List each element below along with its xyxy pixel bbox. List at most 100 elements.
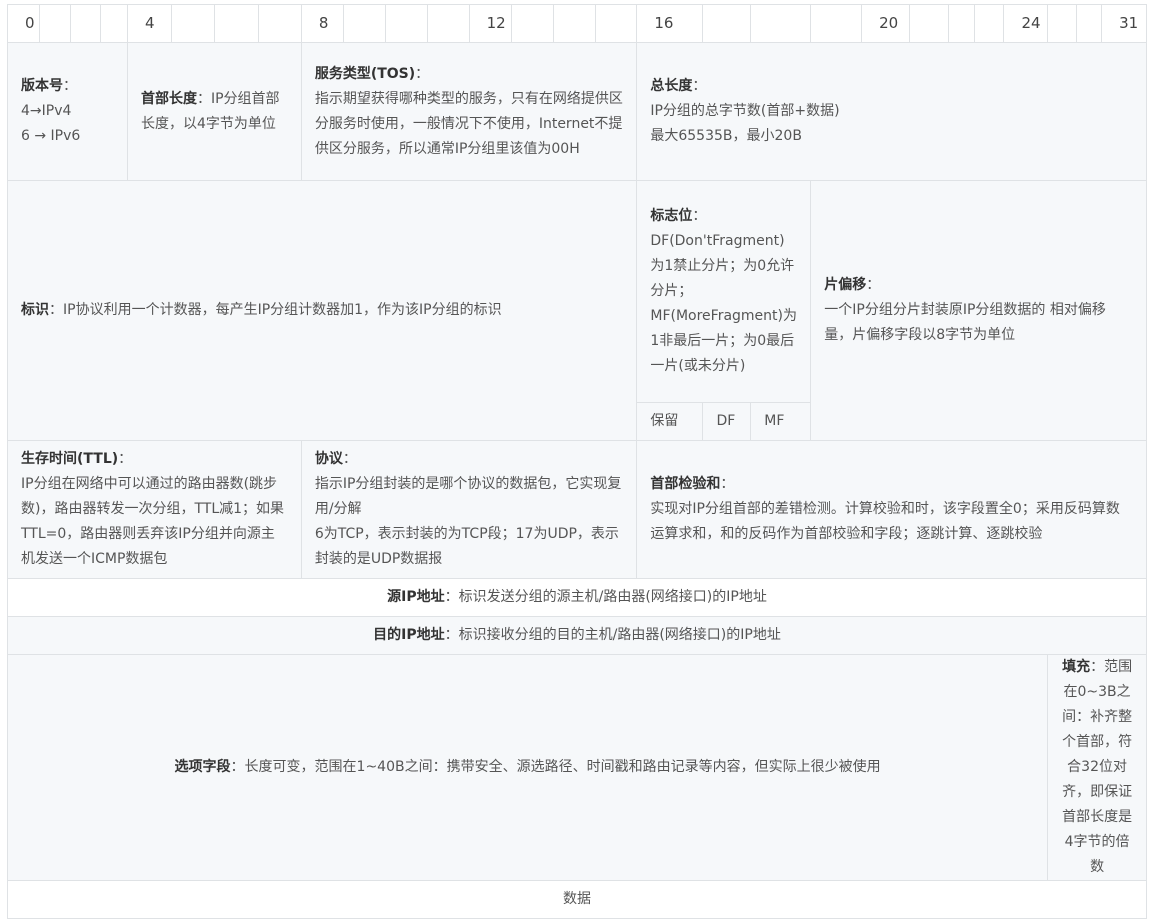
header-row-1: 版本号： 4→IPv4 6 → IPv6 首部长度：IP分组首部长度，以4字节为…	[7, 42, 1147, 181]
protocol-line-1: 指示IP分组封装的是哪个协议的数据包，它实现复用/分解	[314, 476, 622, 517]
fragment-offset-text: 一个IP分组分片封装原IP分组数据的 相对偏移量，片偏移字段以8字节为单位	[824, 302, 1106, 343]
bit-label	[947, 4, 975, 43]
bit-label	[511, 4, 554, 43]
data-row: 数据	[7, 880, 1147, 919]
bit-label	[594, 4, 638, 43]
flag-bit-mf: MF	[750, 402, 812, 441]
tos-field: 服务类型(TOS)： 指示期望获得哪种类型的服务，只有在网络提供区分服务时使用，…	[300, 42, 638, 181]
total-length-label: 总长度	[650, 78, 693, 94]
bit-ruler-row: 0 4 8 12 16 20 24 31	[7, 4, 1147, 43]
header-row-4: 源IP地址：标识发送分组的源主机/路由器(网络接口)的IP地址	[7, 578, 1147, 617]
source-ip-sep: ：	[444, 589, 459, 605]
version-line-ipv4: 4→IPv4	[21, 103, 72, 119]
bit-label: 8	[300, 4, 344, 43]
version-field: 版本号： 4→IPv4 6 → IPv6	[7, 42, 128, 181]
destination-ip-field: 目的IP地址：标识接收分组的目的主机/路由器(网络接口)的IP地址	[7, 616, 1147, 655]
bit-label	[1075, 4, 1103, 43]
header-row-3: 生存时间(TTL)： IP分组在网络中可以通过的路由器数(跳步数)，路由器转发一…	[7, 440, 1147, 579]
flag-bit-reserved: 保留	[636, 402, 704, 441]
header-row-2: 标识：IP协议利用一个计数器，每产生IP分组计数器加1，作为该IP分组的标识 标…	[6, 180, 1147, 441]
bit-label	[170, 4, 216, 43]
fragment-offset-field: 片偏移： 一个IP分组分片封装原IP分组数据的 相对偏移量，片偏移字段以8字节为…	[810, 180, 1147, 441]
ttl-text: IP分组在网络中可以通过的路由器数(跳步数)，路由器转发一次分组，TTL减1；如…	[21, 476, 285, 567]
bit-label	[99, 4, 128, 43]
source-ip-label: 源IP地址	[387, 589, 445, 605]
header-row-6: 选项字段：长度可变，范围在1~40B之间：携带安全、源选路径、时间戳和路由记录等…	[6, 654, 1147, 881]
bit-label: 4	[126, 4, 172, 43]
bit-label: 20	[861, 4, 910, 43]
header-length-sep: ：	[196, 90, 211, 107]
bit-label	[70, 4, 101, 43]
data-field: 数据	[7, 880, 1147, 919]
bit-label	[385, 4, 428, 43]
total-length-field: 总长度： IP分组的总字节数(首部+数据) 最大65535B，最小20B	[636, 42, 1147, 181]
bit-label: 16	[636, 4, 704, 43]
padding-field: 填充：范围在0~3B之间：补齐整个首部，符合32位对齐，即保证首部长度是4字节的…	[1047, 654, 1147, 881]
flags-mf-desc: MF(MoreFragment)为1非最后一片；为0最后一片(或未分片)	[650, 308, 797, 374]
checksum-sep: ：	[720, 476, 735, 492]
bit-label	[1047, 4, 1077, 43]
total-length-sep: ：	[692, 78, 707, 94]
destination-ip-sep: ：	[444, 627, 459, 643]
bit-label	[552, 4, 596, 43]
bit-label	[908, 4, 949, 43]
options-label: 选项字段	[174, 759, 231, 775]
protocol-sep: ：	[342, 451, 357, 467]
source-ip-field: 源IP地址：标识发送分组的源主机/路由器(网络接口)的IP地址	[7, 578, 1147, 617]
identification-field: 标识：IP协议利用一个计数器，每产生IP分组计数器加1，作为该IP分组的标识	[6, 180, 638, 441]
tos-label: 服务类型(TOS)	[314, 65, 416, 82]
bit-label: 31	[1101, 4, 1147, 43]
checksum-field: 首部检验和： 实现对IP分组首部的差错检测。计算校验和时，该字段置全0；采用反码…	[636, 440, 1147, 579]
ttl-label: 生存时间(TTL)	[21, 451, 119, 467]
header-row-5: 目的IP地址：标识接收分组的目的主机/路由器(网络接口)的IP地址	[7, 616, 1147, 655]
total-length-line-1: IP分组的总字节数(首部+数据)	[650, 103, 840, 119]
destination-ip-text: 标识接收分组的目的主机/路由器(网络接口)的IP地址	[458, 627, 781, 643]
bit-label	[973, 4, 1005, 43]
version-line-ipv6: 6 → IPv6	[21, 128, 81, 144]
version-label: 版本号	[21, 78, 63, 94]
protocol-label: 协议	[314, 451, 343, 467]
bit-label: 24	[1003, 4, 1049, 43]
header-length-label: 首部长度	[140, 90, 197, 107]
ipv4-header-table: 0 4 8 12 16 20 24 31 版本号： 4→IPv4 6 → IPv…	[6, 4, 1147, 919]
destination-ip-label: 目的IP地址	[373, 627, 445, 643]
total-length-line-2: 最大65535B，最小20B	[650, 128, 802, 144]
tos-text: 指示期望获得哪种类型的服务，只有在网络提供区分服务时使用，一般情况下不使用，In…	[314, 90, 623, 157]
checksum-label: 首部检验和	[650, 476, 721, 492]
flags-label: 标志位	[650, 208, 693, 224]
version-sep: ：	[63, 78, 77, 94]
bit-label	[426, 4, 470, 43]
identification-label: 标识	[21, 302, 49, 318]
checksum-text: 实现对IP分组首部的差错检测。计算校验和时，该字段置全0；采用反码算数运算求和，…	[650, 501, 1120, 542]
options-sep: ：	[230, 759, 245, 775]
options-field: 选项字段：长度可变，范围在1~40B之间：携带安全、源选路径、时间戳和路由记录等…	[6, 654, 1049, 881]
identification-text: IP协议利用一个计数器，每产生IP分组计数器加1，作为该IP分组的标识	[63, 302, 502, 318]
bit-label	[702, 4, 752, 43]
flags-sep: ：	[692, 208, 707, 224]
identification-sep: ：	[49, 302, 63, 318]
protocol-field: 协议： 指示IP分组封装的是哪个协议的数据包，它实现复用/分解 6为TCP，表示…	[300, 440, 638, 579]
fragment-offset-sep: ：	[866, 277, 881, 293]
padding-sep: ：	[1090, 659, 1105, 675]
options-text: 长度可变，范围在1~40B之间：携带安全、源选路径、时间戳和路由记录等内容，但实…	[244, 759, 881, 775]
fragment-offset-label: 片偏移	[824, 277, 867, 293]
flags-df-desc: DF(Don'tFragment)为1禁止分片；为0允许分片；	[650, 233, 795, 299]
bit-label: 12	[468, 4, 513, 43]
tos-sep: ：	[415, 65, 430, 82]
bit-label	[38, 4, 72, 43]
bit-label	[810, 4, 863, 43]
protocol-line-2: 6为TCP，表示封装的为TCP段；17为UDP，表示封装的是UDP数据报	[314, 526, 619, 567]
header-length-field: 首部长度：IP分组首部长度，以4字节为单位	[126, 42, 302, 181]
ttl-field: 生存时间(TTL)： IP分组在网络中可以通过的路由器数(跳步数)，路由器转发一…	[7, 440, 302, 579]
bit-label: 0	[7, 4, 40, 43]
flags-field: 标志位： DF(Don'tFragment)为1禁止分片；为0允许分片； MF(…	[636, 180, 812, 403]
bit-label	[214, 4, 260, 43]
padding-label: 填充	[1062, 659, 1091, 675]
bit-label	[258, 4, 302, 43]
bit-label	[750, 4, 812, 43]
source-ip-text: 标识发送分组的源主机/路由器(网络接口)的IP地址	[458, 589, 767, 605]
ttl-sep: ：	[118, 451, 133, 467]
padding-text: 范围在0~3B之间：补齐整个首部，符合32位对齐，即保证首部长度是4字节的倍数	[1062, 659, 1133, 875]
flag-bit-df: DF	[702, 402, 752, 441]
bit-label	[342, 4, 387, 43]
